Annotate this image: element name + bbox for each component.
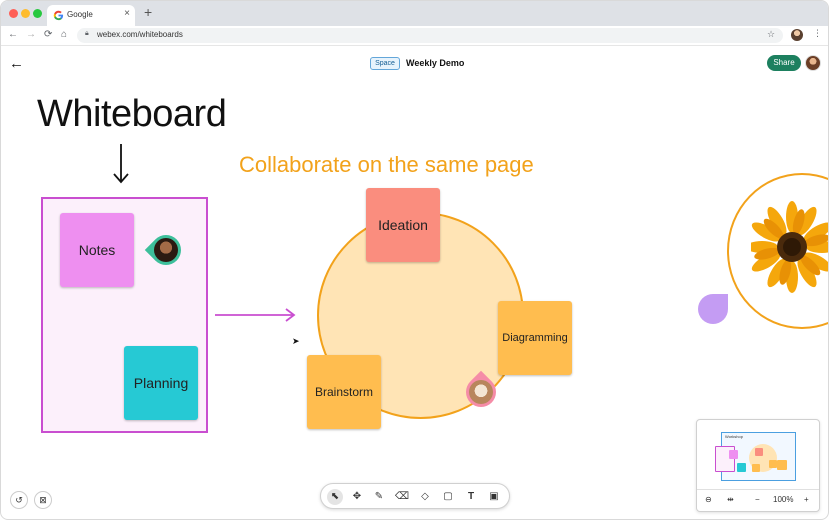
grid-button[interactable]: ⊠	[34, 491, 52, 509]
purple-shape[interactable]	[698, 294, 728, 324]
google-logo-icon	[53, 10, 64, 21]
collaborator-avatar	[154, 238, 178, 262]
sticky-label: Notes	[78, 242, 116, 258]
sticky-label: Diagramming	[502, 332, 568, 344]
whiteboard-heading: Whiteboard	[37, 93, 227, 135]
tab-strip: Google × +	[1, 1, 828, 26]
bookmark-star-icon[interactable]: ☆	[767, 29, 775, 40]
minimap[interactable]: Workshop ⊖ ⇹ − 100% +	[696, 419, 820, 512]
forward-nav-icon[interactable]: →	[26, 29, 36, 40]
zoom-in-button[interactable]: +	[804, 495, 809, 504]
collaborator-avatar	[469, 380, 493, 404]
back-arrow-icon[interactable]: ←	[9, 55, 24, 72]
browser-toolbar: ← → ⟳ ⌂ 🔒︎ webex.com/whiteboards ☆ ⋮	[1, 26, 828, 46]
address-bar[interactable]: 🔒︎ webex.com/whiteboards	[77, 28, 783, 43]
collaborate-heading: Collaborate on the same page	[239, 152, 534, 177]
tab-title: Google	[67, 10, 93, 19]
sticky-label: Ideation	[378, 217, 428, 233]
mouse-cursor-icon: ➤	[292, 336, 300, 346]
undo-button[interactable]: ↺	[10, 491, 28, 509]
minimap-sticky	[777, 460, 787, 470]
browser-window: Google × + ← → ⟳ ⌂ 🔒︎ webex.com/whiteboa…	[0, 0, 829, 520]
minimap-sticky	[737, 463, 746, 472]
sunflower-image[interactable]	[751, 197, 829, 297]
sticky-note-notes[interactable]: Notes	[60, 213, 134, 287]
lock-icon: 🔒︎	[85, 30, 89, 37]
more-menu-icon[interactable]: ⋮	[813, 28, 822, 39]
select-tool-icon[interactable]: ⬉	[327, 489, 343, 505]
minimize-window-button[interactable]	[21, 9, 30, 18]
minimap-sticky	[729, 450, 738, 459]
shapes-tool-icon[interactable]: ◇	[417, 489, 433, 505]
sticky-label: Brainstorm	[314, 385, 373, 399]
new-tab-button[interactable]: +	[144, 4, 152, 20]
minimap-sticky	[769, 460, 777, 468]
zoom-out-button[interactable]: −	[755, 495, 760, 504]
sticky-label: Planning	[133, 375, 189, 391]
zoom-level: 100%	[773, 495, 794, 504]
meeting-title: Weekly Demo	[406, 58, 465, 68]
sticky-note-tool-icon[interactable]: ▢	[440, 489, 456, 505]
text-tool-icon[interactable]: T	[463, 489, 479, 505]
share-button[interactable]: Share	[767, 55, 801, 71]
minimap-controls: ⊖ ⇹ − 100% +	[697, 489, 819, 511]
minimap-sticky	[752, 464, 760, 472]
pen-tool-icon[interactable]: ✎	[371, 489, 387, 505]
space-badge[interactable]: Space	[370, 57, 400, 70]
image-tool-icon[interactable]: ▣	[486, 489, 502, 505]
sticky-note-planning[interactable]: Planning	[124, 346, 198, 420]
zoom-fit-icon[interactable]: ⊖	[705, 495, 712, 504]
maximize-window-button[interactable]	[33, 9, 42, 18]
sticky-note-brainstorm[interactable]: Brainstorm	[307, 355, 381, 429]
user-avatar[interactable]	[805, 55, 821, 71]
back-nav-icon[interactable]: ←	[8, 29, 18, 40]
tab-close-icon[interactable]: ×	[124, 8, 130, 19]
url-text: webex.com/whiteboards	[97, 30, 183, 39]
right-arrow-icon	[215, 308, 296, 322]
minimap-label: Workshop	[725, 434, 743, 439]
sticky-note-diagramming[interactable]: Diagramming	[498, 301, 572, 375]
home-icon[interactable]: ⌂	[61, 29, 67, 40]
fit-width-icon[interactable]: ⇹	[727, 495, 734, 504]
down-arrow-icon	[113, 144, 129, 184]
move-tool-icon[interactable]: ✥	[349, 489, 365, 505]
close-window-button[interactable]	[9, 9, 18, 18]
undo-icon: ↺	[15, 495, 23, 505]
eraser-tool-icon[interactable]: ⌫	[394, 489, 410, 505]
profile-avatar[interactable]	[791, 29, 803, 41]
minimap-sticky	[755, 448, 763, 456]
sticky-note-ideation[interactable]: Ideation	[366, 188, 440, 262]
browser-tab[interactable]: Google ×	[47, 5, 135, 26]
reload-icon[interactable]: ⟳	[44, 29, 52, 40]
grid-icon: ⊠	[39, 495, 47, 505]
drawing-toolbar: ⬉ ✥ ✎ ⌫ ◇ ▢ T ▣	[320, 483, 510, 509]
